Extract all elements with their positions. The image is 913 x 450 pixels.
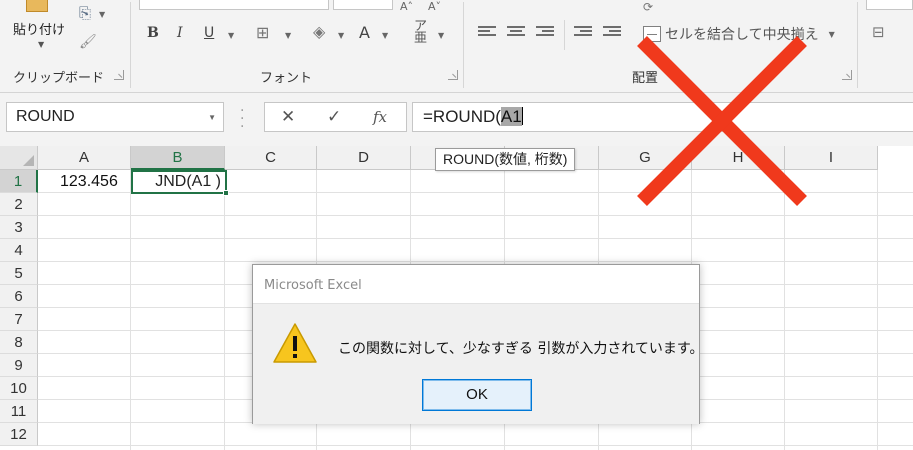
dialog-title: Microsoft Excel — [264, 278, 362, 293]
chevron-down-icon[interactable]: ▼ — [382, 31, 388, 40]
paste-icon[interactable] — [26, 0, 48, 12]
chevron-down-icon[interactable]: ▼ — [208, 113, 216, 122]
align-center-icon[interactable] — [507, 26, 525, 40]
font-size-box[interactable] — [333, 0, 393, 10]
ribbon: 貼り付け ▼ ⎘ ▼ 🖌 クリップボード A˄ A˅ B I U ▼ ⊞ ▼ ◈… — [0, 0, 913, 93]
row-header-9[interactable]: 9 — [0, 354, 38, 377]
formula-prefix: =ROUND( — [423, 107, 501, 126]
cancel-icon[interactable]: ✕ — [281, 107, 295, 127]
active-cell-b1[interactable]: JND(A1 ) — [131, 170, 227, 194]
number-format-box[interactable] — [866, 0, 913, 10]
increase-indent-icon[interactable] — [603, 26, 621, 40]
row-header-3[interactable]: 3 — [0, 216, 38, 239]
row-header-10[interactable]: 10 — [0, 377, 38, 400]
font-group-label: フォント — [260, 71, 313, 86]
name-box[interactable]: ROUND ▼ — [6, 102, 224, 132]
font-color-button[interactable]: A — [359, 23, 370, 42]
font-name-box[interactable] — [139, 0, 329, 10]
alignment-group-label: 配置 — [632, 71, 659, 86]
alignment-launcher-icon[interactable] — [842, 70, 852, 80]
phonetic-icon[interactable]: ア亜 — [414, 20, 427, 45]
chevron-down-icon[interactable]: ▼ — [228, 31, 234, 40]
group-divider — [463, 2, 464, 88]
dialog-body: この関数に対して、少なすぎる 引数が入力されています。 OK — [253, 303, 704, 424]
insert-function-icon[interactable]: fx — [373, 108, 387, 126]
row-header-12[interactable]: 12 — [0, 423, 38, 446]
select-all-button[interactable] — [0, 146, 38, 170]
row-header-6[interactable]: 6 — [0, 285, 38, 308]
wrap-text-button[interactable]: ⟳ — [643, 0, 653, 14]
underline-button[interactable]: U — [204, 25, 214, 41]
row-header-4[interactable]: 4 — [0, 239, 38, 262]
format-painter-icon[interactable]: 🖌 — [79, 34, 97, 50]
text-caret — [521, 107, 523, 125]
border-icon[interactable]: ⊞ — [256, 23, 269, 42]
decrease-indent-icon[interactable] — [574, 26, 592, 40]
column-header-a[interactable]: A — [38, 146, 131, 170]
row-header-2[interactable]: 2 — [0, 193, 38, 216]
copy-icon[interactable]: ⎘ — [79, 4, 91, 22]
paste-button[interactable]: 貼り付け — [13, 19, 65, 38]
row-header-5[interactable]: 5 — [0, 262, 38, 285]
chevron-down-icon[interactable]: ▼ — [285, 31, 291, 40]
row-header-11[interactable]: 11 — [0, 400, 38, 423]
chevron-down-icon[interactable]: ▼ — [99, 10, 105, 19]
font-shrink-icon[interactable]: A˅ — [428, 0, 441, 13]
name-box-value: ROUND — [16, 108, 75, 125]
merge-center-label: セルを結合して中央揃え — [665, 27, 819, 43]
grid-line — [224, 170, 225, 450]
grid-line — [784, 170, 785, 450]
warning-icon — [273, 323, 317, 363]
column-header-d[interactable]: D — [317, 146, 411, 170]
align-right-icon[interactable] — [536, 26, 554, 40]
currency-format-icon[interactable]: ⊟ — [872, 23, 885, 41]
grid-line — [877, 170, 878, 450]
align-left-icon[interactable] — [478, 26, 496, 40]
divider — [564, 20, 565, 50]
grid-line — [38, 238, 913, 239]
formula-buttons: ✕ ✓ fx — [264, 102, 407, 132]
fill-color-icon[interactable]: ◈ — [313, 22, 325, 41]
formula-input[interactable]: =ROUND(A1 — [412, 102, 913, 132]
merge-cells-icon — [643, 26, 661, 42]
chevron-down-icon[interactable]: ▼ — [438, 31, 444, 40]
chevron-down-icon[interactable]: ▼ — [338, 31, 344, 40]
chevron-down-icon[interactable]: ▼ — [38, 40, 44, 49]
merge-center-button[interactable]: セルを結合して中央揃え ▼ — [643, 24, 835, 44]
cell-a1[interactable]: 123.456 — [60, 173, 118, 191]
font-launcher-icon[interactable] — [448, 70, 458, 80]
chevron-down-icon[interactable]: ▼ — [829, 30, 835, 39]
column-header-c[interactable]: C — [225, 146, 317, 170]
clipboard-group-label: クリップボード — [13, 71, 105, 86]
grid-line — [130, 170, 131, 450]
group-divider — [130, 2, 131, 88]
group-divider — [857, 2, 858, 88]
column-header-i[interactable]: I — [785, 146, 878, 170]
fill-handle[interactable] — [223, 190, 229, 196]
formula-bar: ROUND ▼ · · · ✕ ✓ fx =ROUND(A1 — [0, 93, 913, 146]
row-header-1[interactable]: 1 — [0, 170, 38, 193]
cell-b1-edit-text: JND(A1 ) — [155, 173, 221, 190]
grid-line — [38, 215, 913, 216]
column-header-g[interactable]: G — [599, 146, 692, 170]
formula-reference: A1 — [500, 107, 522, 126]
column-header-b[interactable]: B — [131, 146, 225, 170]
row-header-7[interactable]: 7 — [0, 308, 38, 331]
grid-line — [38, 261, 913, 262]
dialog-message: この関数に対して、少なすぎる 引数が入力されています。 — [338, 341, 704, 357]
function-tooltip[interactable]: ROUND(数値, 桁数) — [435, 148, 576, 171]
bold-button[interactable]: B — [147, 25, 159, 41]
grid-line — [38, 445, 913, 446]
column-header-h[interactable]: H — [692, 146, 785, 170]
enter-icon[interactable]: ✓ — [327, 107, 341, 127]
font-grow-icon[interactable]: A˄ — [400, 0, 413, 13]
italic-button[interactable]: I — [177, 25, 183, 41]
row-header-8[interactable]: 8 — [0, 331, 38, 354]
error-dialog: Microsoft Excel この関数に対して、少なすぎる 引数が入力されてい… — [252, 264, 704, 424]
resize-handle-icon[interactable]: · · · — [240, 104, 244, 134]
ok-button[interactable]: OK — [422, 379, 532, 411]
clipboard-launcher-icon[interactable] — [114, 70, 124, 80]
